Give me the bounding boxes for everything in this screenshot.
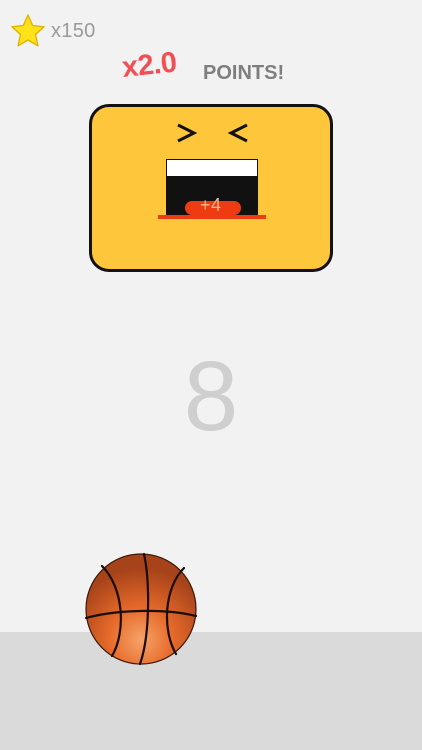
basketball[interactable] — [84, 552, 198, 666]
star-icon — [10, 13, 46, 49]
hoop-bonus-points: +4 — [200, 195, 222, 215]
score-display: 8 — [183, 341, 239, 451]
hoop-target: +4 — [89, 104, 333, 272]
left-eye-icon — [177, 123, 198, 143]
coin-count: x150 — [51, 19, 96, 42]
points-multiplier: x2.0 — [120, 46, 179, 85]
coin-counter: x150 — [10, 12, 96, 50]
points-label: POINTS! — [203, 62, 285, 84]
basketball-icon — [84, 552, 198, 666]
right-eye-icon — [227, 123, 248, 143]
floor — [0, 632, 422, 750]
